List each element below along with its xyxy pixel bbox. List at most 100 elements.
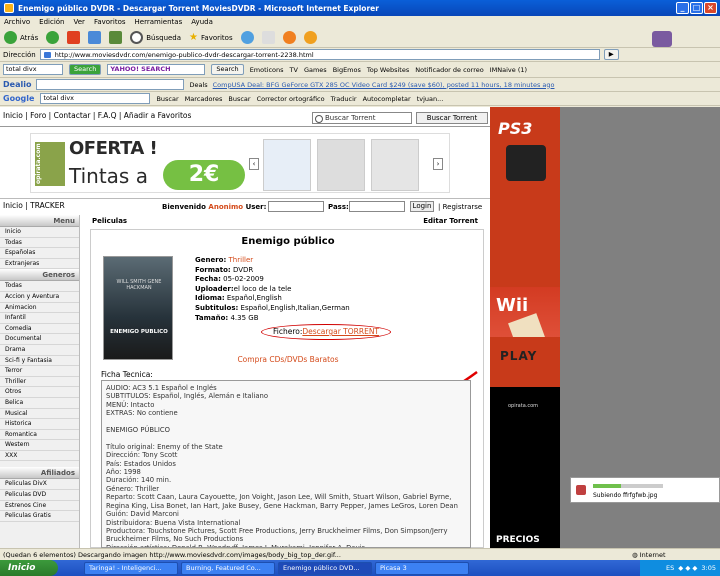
download-torrent-link[interactable]: Descargar TORRENT (302, 327, 379, 336)
picasa-upload-notification[interactable]: Subiendo ffrfgfwb.jpg (570, 477, 720, 503)
media-icon[interactable] (282, 31, 296, 44)
deals-button[interactable]: Deals (189, 81, 207, 89)
menu-herramientas[interactable]: Herramientas (135, 18, 183, 26)
dealio-search-input[interactable] (36, 79, 185, 90)
browser-content: Inicio | Foro | Contactar | F.A.Q | Añad… (0, 107, 720, 548)
afiliado-item[interactable]: Peliculas DVD (0, 490, 79, 501)
top-nav: Inicio | Foro | Contactar | F.A.Q | Añad… (0, 107, 490, 127)
spellcheck-button[interactable]: Corrector ortográfico (257, 95, 325, 103)
menu-ayuda[interactable]: Ayuda (191, 18, 213, 26)
history-icon[interactable] (240, 31, 254, 44)
task-picasa[interactable]: Picasa 3 (375, 561, 469, 575)
language-indicator[interactable]: ES (666, 564, 674, 572)
login-button[interactable]: Login (410, 201, 434, 212)
home-icon[interactable] (109, 31, 123, 44)
task-enemigo[interactable]: Enemigo público DVD... (278, 561, 372, 575)
ad-banner[interactable]: opirata.com OFERTA ! Tintas a 2€ ‹ › (30, 133, 450, 193)
stop-icon[interactable] (67, 31, 81, 44)
menu-favoritos[interactable]: Favoritos (94, 18, 126, 26)
tab-peliculas[interactable]: Peliculas (92, 217, 127, 225)
translate-button[interactable]: Traducir (331, 95, 357, 103)
emoticons-button[interactable]: Emoticons (250, 66, 284, 74)
yahoo-search-input[interactable]: YAHOO! SEARCH (107, 64, 206, 75)
torrent-search-input[interactable]: Buscar Torrent (312, 112, 412, 124)
genre-item[interactable]: Historica (0, 419, 79, 430)
autofill-button[interactable]: Autocompletar (363, 95, 411, 103)
search-button[interactable]: Búsqueda (130, 31, 181, 44)
menu-ver[interactable]: Ver (74, 18, 85, 26)
google-user[interactable]: tvjuan... (417, 95, 444, 103)
genre-item[interactable]: Thriller (0, 377, 79, 388)
username-input[interactable] (268, 201, 324, 212)
genre-item[interactable]: Drama (0, 345, 79, 356)
genre-item[interactable]: Western (0, 440, 79, 451)
address-input[interactable]: http://www.moviesdvdr.com/enemigo-public… (39, 49, 600, 60)
start-button[interactable]: Inicio (0, 560, 58, 576)
afiliado-item[interactable]: Peliculas DivX (0, 479, 79, 491)
afiliado-item[interactable]: Estrenos Cine (0, 501, 79, 512)
deal-ticker-link[interactable]: CompUSA Deal: BFG GeForce GTX 285 OC Vid… (213, 81, 555, 89)
genre-item[interactable]: Musical (0, 409, 79, 420)
opirata-ad[interactable]: opirata.com PRECIOS (490, 387, 560, 548)
imnaive-button[interactable]: IMNaive (1) (490, 66, 527, 74)
toolbar-search-button[interactable]: Search (69, 64, 102, 75)
refresh-icon[interactable] (88, 31, 102, 44)
torrent-search-button[interactable]: Buscar Torrent (416, 112, 488, 124)
yahoo-search-button[interactable]: Search (211, 64, 244, 75)
sidebar-item-inicio[interactable]: Inicio (0, 227, 79, 238)
bigemos-button[interactable]: BigEmos (333, 66, 361, 74)
back-button[interactable]: Atrás (4, 31, 38, 44)
menu-edicion[interactable]: Edición (39, 18, 64, 26)
genre-item[interactable]: Comedia (0, 324, 79, 335)
minimize-button[interactable]: _ (676, 2, 689, 14)
task-taringa[interactable]: Taringa! - Inteligenci... (84, 561, 178, 575)
google-search-input[interactable]: total divx (40, 93, 151, 104)
genre-item[interactable]: Terror (0, 366, 79, 377)
banner-prev-button[interactable]: ‹ (249, 158, 259, 170)
genre-item[interactable]: Otros (0, 387, 79, 398)
google-search-button[interactable]: Buscar (156, 95, 178, 103)
genre-item[interactable]: Accion y Aventura (0, 292, 79, 303)
google-search2-button[interactable]: Buscar (228, 95, 250, 103)
genre-item[interactable]: Sci-fi y Fantasia (0, 356, 79, 367)
genre-item[interactable]: Romantica (0, 430, 79, 441)
genre-link[interactable]: Thriller (229, 256, 254, 264)
genre-item[interactable]: XXX (0, 451, 79, 462)
close-button[interactable]: × (704, 2, 717, 14)
task-burning[interactable]: Burning, Featured Co... (181, 561, 275, 575)
genre-item[interactable]: Belica (0, 398, 79, 409)
web-page: Inicio | Foro | Contactar | F.A.Q | Añad… (0, 107, 490, 548)
sidebar-item-espanolas[interactable]: Españolas (0, 248, 79, 259)
games-button[interactable]: Games (304, 66, 327, 74)
mail-notifier-button[interactable]: Notificador de correo (415, 66, 484, 74)
play-ad[interactable]: PLAY (490, 337, 560, 387)
menu-archivo[interactable]: Archivo (4, 18, 30, 26)
genre-item[interactable]: Infantil (0, 313, 79, 324)
genre-item[interactable]: Documental (0, 334, 79, 345)
mail-icon[interactable] (261, 31, 275, 44)
register-link[interactable]: | Registrarse (438, 203, 482, 211)
maximize-button[interactable]: □ (690, 2, 703, 14)
top-websites-button[interactable]: Top Websites (367, 66, 409, 74)
tab-editar-torrent[interactable]: Editar Torrent (423, 217, 478, 225)
afiliado-item[interactable]: Peliculas Gratis (0, 511, 79, 522)
sidebar-item-todas[interactable]: Todas (0, 238, 79, 249)
go-button[interactable]: ▶ (603, 49, 619, 60)
genre-item[interactable]: Animacion (0, 303, 79, 314)
ps3-ad[interactable]: PS3 (490, 107, 560, 287)
toolbar-search-input[interactable]: total divx (3, 64, 63, 75)
sidebar-item-extranjeras[interactable]: Extranjeras (0, 259, 79, 270)
tv-button[interactable]: TV (290, 66, 298, 74)
banner-next-button[interactable]: › (433, 158, 443, 170)
favorites-button[interactable]: ★ Favoritos (189, 32, 233, 43)
right-ad-column[interactable]: PS3 Wii PLAY opirata.com PRECIOS (490, 107, 560, 548)
password-input[interactable] (349, 201, 405, 212)
top-nav-links[interactable]: Inicio | Foro | Contactar | F.A.Q | Añad… (3, 111, 191, 120)
buy-cds-link[interactable]: Compra CDs/DVDs Baratos (91, 355, 485, 364)
tech-sheet-text[interactable]: AUDIO: AC3 5.1 Español e Inglés SUBTITUL… (101, 380, 471, 548)
bookmarks-button[interactable]: Marcadores (185, 95, 223, 103)
tracker-link[interactable]: Inicio | TRACKER (3, 201, 65, 210)
msn-icon[interactable] (303, 31, 317, 44)
genre-item[interactable]: Todas (0, 281, 79, 292)
forward-button[interactable] (46, 31, 60, 44)
